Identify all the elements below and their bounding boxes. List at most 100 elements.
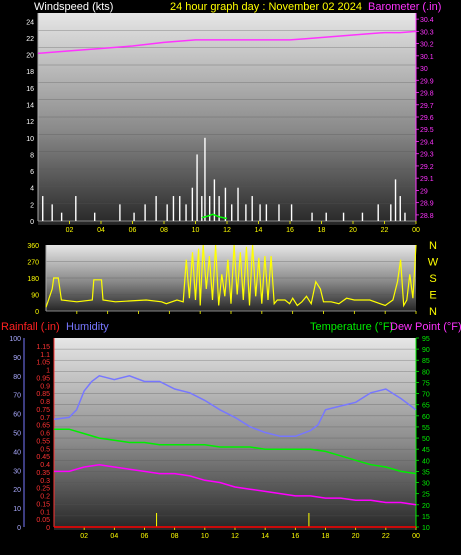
- baro-y-tick-label: 29: [420, 188, 428, 195]
- wind-y-tick-label: 14: [26, 103, 34, 110]
- compass-label: W: [428, 257, 439, 269]
- wind-y-tick-label: 24: [26, 19, 34, 26]
- wind-x-tick-label: 02: [66, 227, 74, 234]
- rain-y-tick-label: 0.25: [36, 486, 50, 493]
- baro-y-tick-label: 29.7: [420, 103, 434, 110]
- humidity-x-tick-label: 02: [80, 533, 88, 540]
- baro-y-tick-label: 29.1: [420, 176, 434, 183]
- rain-y-tick-label: 0.15: [36, 501, 50, 508]
- humidity-y-tick-label: 10: [13, 506, 21, 513]
- humidity-x-tick-label: 04: [110, 533, 118, 540]
- rain-y-tick-label: 0.8: [40, 399, 50, 406]
- humidity-x-tick-label: 14: [261, 533, 269, 540]
- wind-x-tick-label: 06: [129, 227, 137, 234]
- temperature-y-tick-label: 30: [422, 481, 430, 488]
- wind-x-tick-label: 16: [286, 227, 294, 234]
- rain-y-tick-label: 1.15: [36, 344, 50, 351]
- direction-y-tick-label: 360: [27, 243, 39, 250]
- wind-x-tick-label: 04: [97, 227, 105, 234]
- temperature-y-tick-label: 15: [422, 514, 430, 521]
- direction-y-tick-label: 0: [35, 309, 39, 316]
- rain-title: Rainfall (.in): [1, 321, 60, 333]
- direction-y-tick-label: 270: [27, 260, 39, 267]
- temperature-y-tick-label: 75: [422, 380, 430, 387]
- humidity-y-tick-label: 20: [13, 487, 21, 494]
- temperature-y-tick-label: 60: [422, 414, 430, 421]
- wind-y-tick-label: 12: [26, 119, 34, 126]
- baro-y-tick-label: 29.3: [420, 152, 434, 159]
- temperature-y-tick-label: 85: [422, 358, 430, 365]
- baro-y-tick-label: 30: [420, 66, 428, 73]
- humidity-x-tick-label: 12: [231, 533, 239, 540]
- temperature-y-tick-label: 65: [422, 403, 430, 410]
- humidity-y-tick-label: 60: [13, 412, 21, 419]
- direction-y-tick-label: 90: [31, 293, 39, 300]
- wind-y-tick-label: 16: [26, 86, 34, 93]
- wind-y-tick-label: 8: [30, 152, 34, 159]
- humidity-y-tick-label: 80: [13, 374, 21, 381]
- temperature-y-tick-label: 20: [422, 503, 430, 510]
- temperature-y-tick-label: 90: [422, 347, 430, 354]
- rain-y-tick-label: 0.05: [36, 517, 50, 524]
- graph-title: 24 hour graph day : November 02 2024: [170, 1, 362, 13]
- rain-y-tick-label: 0.1: [40, 509, 50, 516]
- wind-plot-area: [38, 13, 416, 225]
- wind-y-tick-label: 2: [30, 202, 34, 209]
- rain-y-tick-label: 0.95: [36, 375, 50, 382]
- wind-y-tick-label: 4: [30, 186, 34, 193]
- temperature-y-tick-label: 45: [422, 447, 430, 454]
- rain-y-tick-label: 1.1: [40, 352, 50, 359]
- temperature-y-tick-label: 35: [422, 469, 430, 476]
- baro-y-tick-label: 30.3: [420, 29, 434, 36]
- rain-y-tick-label: 1: [46, 368, 50, 375]
- temperature-y-tick-label: 95: [422, 336, 430, 343]
- temperature-y-tick-label: 10: [422, 525, 430, 532]
- baro-y-tick-label: 29.6: [420, 115, 434, 122]
- baro-title: Barometer (.in): [368, 1, 441, 13]
- temperature-y-tick-label: 70: [422, 392, 430, 399]
- humidity-y-tick-label: 0: [17, 525, 21, 532]
- humidity-title: Humidity: [66, 321, 109, 333]
- rain-y-tick-label: 0.4: [40, 462, 50, 469]
- wind-y-tick-label: 10: [26, 136, 34, 143]
- wind-x-tick-label: 20: [349, 227, 357, 234]
- baro-y-tick-label: 30.4: [420, 17, 434, 24]
- compass-label: E: [429, 290, 436, 302]
- humidity-x-tick-label: 10: [201, 533, 209, 540]
- humidity-x-tick-label: 08: [171, 533, 179, 540]
- dewpoint-title: Dew Point (°F): [390, 321, 461, 333]
- wind-y-tick-label: 6: [30, 169, 34, 176]
- temperature-y-tick-label: 40: [422, 458, 430, 465]
- compass-label: N: [429, 240, 437, 252]
- wind-y-tick-label: 18: [26, 69, 34, 76]
- rain-y-tick-label: 0.65: [36, 423, 50, 430]
- wind-x-tick-label: 22: [381, 227, 389, 234]
- compass-label: N: [429, 306, 437, 318]
- rain-y-tick-label: 0.6: [40, 431, 50, 438]
- rain-y-tick-label: 0.75: [36, 407, 50, 414]
- wind-x-tick-label: 08: [160, 227, 168, 234]
- temperature-y-tick-label: 80: [422, 369, 430, 376]
- direction-y-tick-label: 180: [27, 276, 39, 283]
- wind-x-tick-label: 14: [255, 227, 263, 234]
- rain-y-tick-label: 0.2: [40, 494, 50, 501]
- rain-y-tick-label: 0.7: [40, 415, 50, 422]
- rain-y-tick-label: 0.9: [40, 383, 50, 390]
- weather-graph-window: Windspeed (kts) 24 hour graph day : Nove…: [0, 0, 461, 555]
- rain-y-tick-label: 1.05: [36, 360, 50, 367]
- baro-y-tick-label: 30.1: [420, 54, 434, 61]
- humidity-plot-area: [54, 338, 416, 530]
- temperature-y-tick-label: 55: [422, 425, 430, 432]
- humidity-x-tick-label: 20: [352, 533, 360, 540]
- wind-x-tick-label: 18: [318, 227, 326, 234]
- wind-y-tick-label: 22: [26, 36, 34, 43]
- temperature-title: Temperature (°F): [310, 321, 393, 333]
- rain-y-tick-label: 0.45: [36, 454, 50, 461]
- humidity-y-tick-label: 30: [13, 468, 21, 475]
- rain-y-tick-label: 0: [46, 525, 50, 532]
- baro-y-tick-label: 29.8: [420, 91, 434, 98]
- baro-y-tick-label: 30.2: [420, 42, 434, 49]
- baro-y-tick-label: 29.5: [420, 127, 434, 134]
- temperature-y-tick-label: 25: [422, 492, 430, 499]
- baro-y-tick-label: 28.8: [420, 213, 434, 220]
